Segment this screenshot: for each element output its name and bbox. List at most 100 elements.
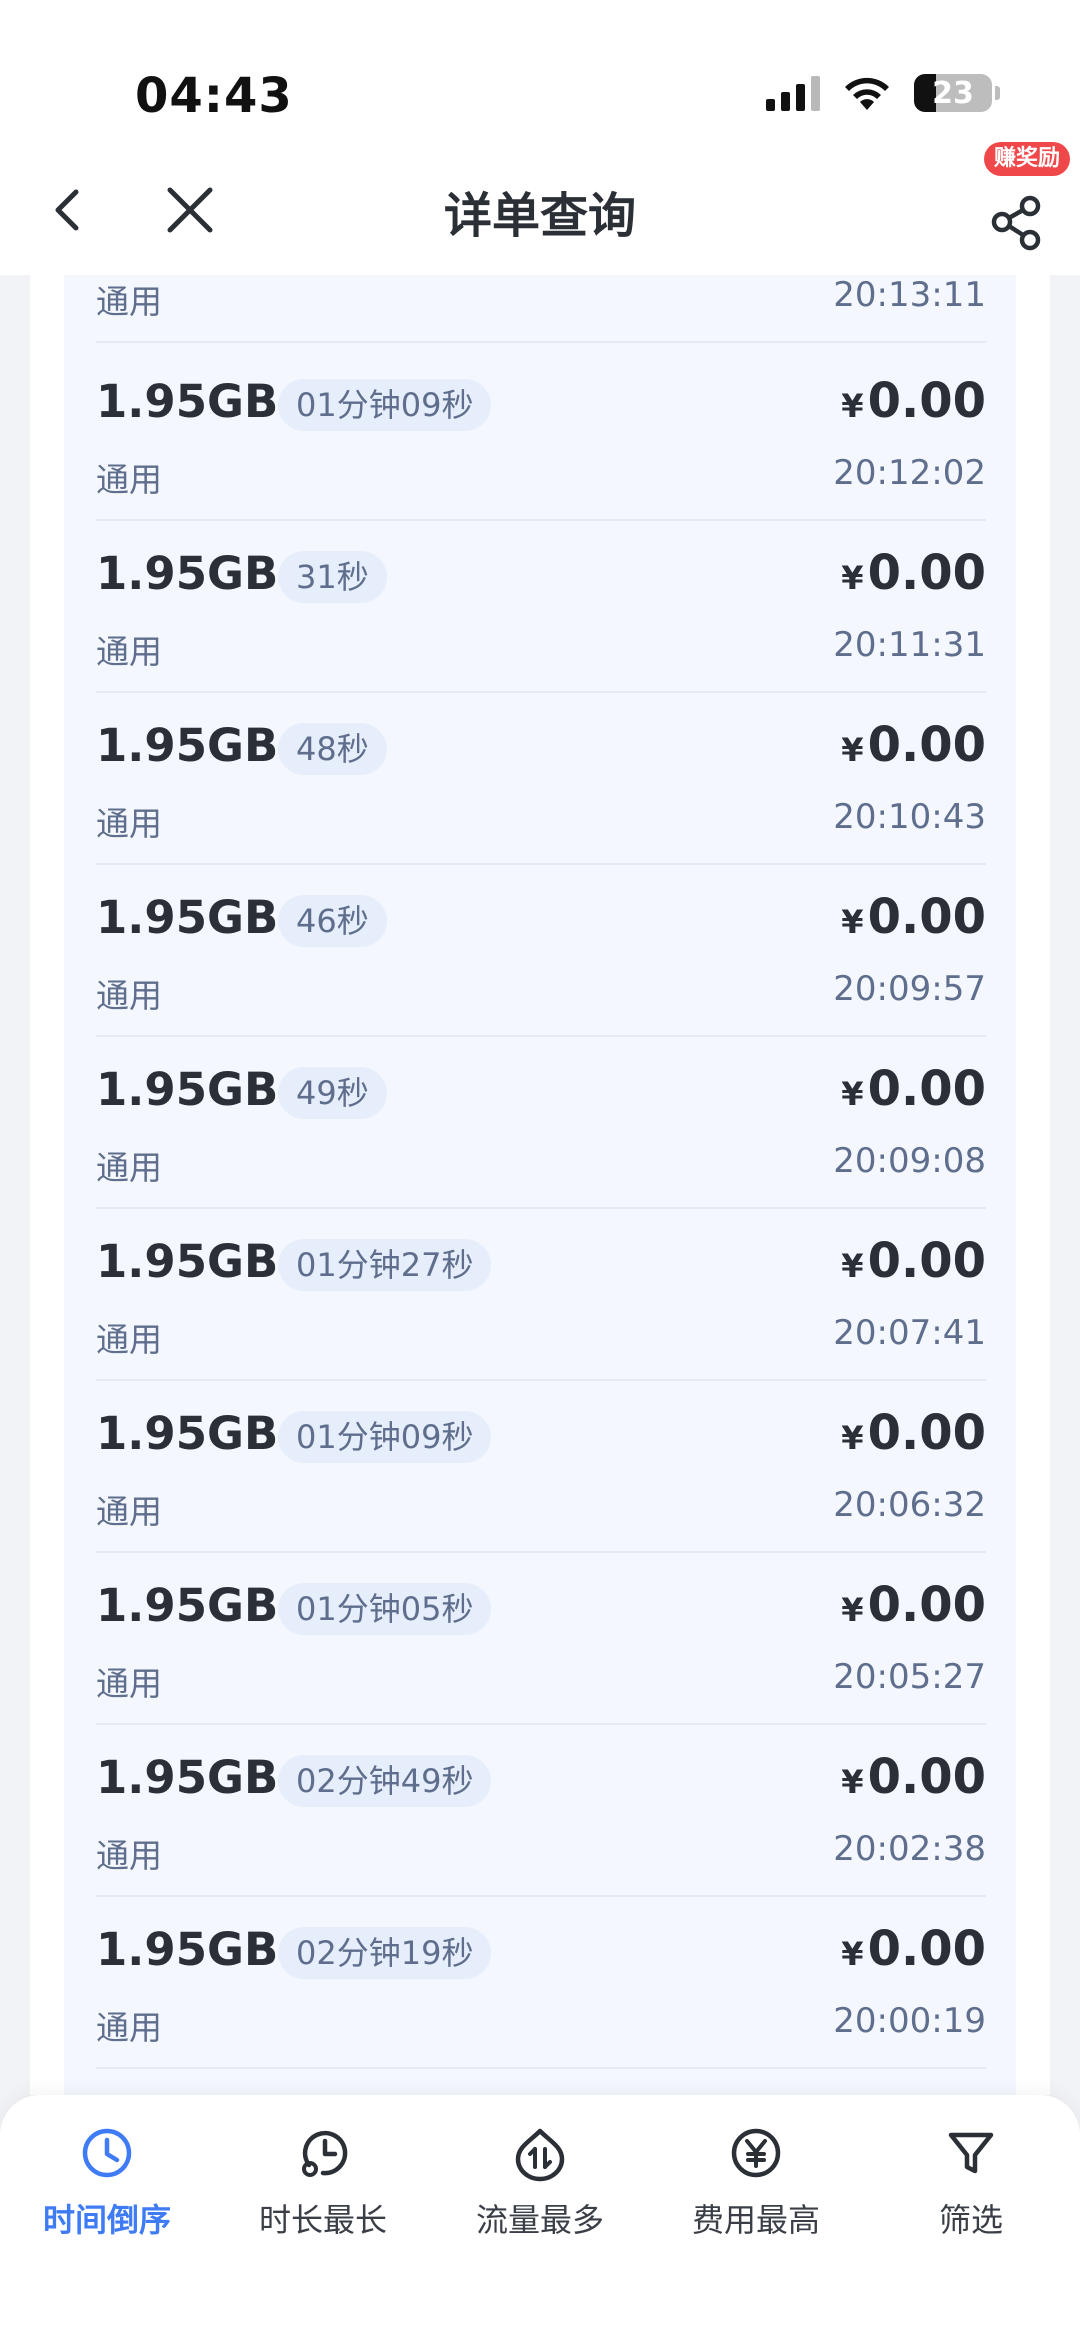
currency-symbol: ¥: [841, 559, 864, 597]
record-fee: ¥ 0.00: [841, 1405, 986, 1461]
record-type: 通用: [96, 804, 162, 843]
fee-value: 0.00: [867, 1577, 986, 1633]
list-item[interactable]: 1.95GB 48秒 通用 ¥ 0.00 20:10:43: [96, 693, 986, 865]
record-time: 20:13:11: [833, 275, 986, 315]
record-type: 通用: [96, 1664, 162, 1703]
record-amount: 1.95GB: [96, 719, 279, 772]
currency-symbol: ¥: [841, 1247, 864, 1285]
clock-icon: [82, 2128, 132, 2178]
reward-badge[interactable]: 赚奖励: [983, 142, 1070, 176]
record-type: 通用: [96, 632, 162, 671]
list-item[interactable]: 1.95GB 01分钟05秒 通用 ¥ 0.00 20:05:27: [96, 1553, 986, 1725]
battery-icon: 23: [914, 74, 1000, 112]
wifi-icon: [845, 77, 889, 110]
list-item[interactable]: 1.95GB 01分钟09秒 通用 ¥ 0.00 20:12:02: [96, 349, 986, 521]
close-button[interactable]: [150, 170, 230, 250]
list-item[interactable]: 1.95GB 02分钟19秒 通用 ¥ 0.00 20:00:19: [96, 1897, 986, 2069]
record-fee: ¥ 0.00: [841, 889, 986, 945]
fee-value: 0.00: [867, 1061, 986, 1117]
tab-time-desc[interactable]: 时间倒序: [7, 2123, 207, 2253]
filter-icon: [948, 2132, 994, 2174]
record-time: 20:05:27: [833, 1657, 986, 1697]
currency-symbol: ¥: [841, 1935, 864, 1973]
fee-value: 0.00: [867, 717, 986, 773]
tab-traffic-most[interactable]: 流量最多: [440, 2123, 640, 2253]
record-time: 20:02:38: [833, 1829, 986, 1869]
record-duration: 01分钟09秒: [278, 379, 492, 431]
record-amount: 1.95GB: [96, 891, 279, 944]
list-item[interactable]: 1.95GB 46秒 通用 ¥ 0.00 20:09:57: [96, 865, 986, 1037]
record-duration: 01分钟27秒: [278, 1239, 492, 1291]
list-item[interactable]: 1.95GB 31秒 通用 ¥ 0.00 20:11:31: [96, 521, 986, 693]
record-fee: ¥ 0.00: [841, 1749, 986, 1805]
record-time: 20:07:41: [833, 1313, 986, 1353]
tab-label: 筛选: [938, 2201, 1003, 2239]
record-fee: ¥ 0.00: [841, 545, 986, 601]
record-duration: 01分钟09秒: [278, 1411, 492, 1463]
tab-filter[interactable]: 筛选: [871, 2123, 1071, 2253]
fee-value: 0.00: [867, 373, 986, 429]
currency-symbol: ¥: [841, 731, 864, 769]
list-item[interactable]: 1.95GB 49秒 通用 ¥ 0.00 20:09:08: [96, 1037, 986, 1209]
tab-label: 流量最多: [475, 2201, 604, 2239]
traffic-icon: [515, 2128, 565, 2182]
tab-duration-longest[interactable]: 时长最长: [223, 2123, 423, 2253]
record-amount: 1.95GB: [96, 1579, 279, 1632]
record-type: 通用: [96, 1320, 162, 1359]
list-item[interactable]: 1.95GB 01分钟27秒 通用 ¥ 0.00 20:07:41: [96, 1209, 986, 1381]
record-amount: 1.95GB: [96, 1751, 279, 1804]
record-type: 通用: [96, 1492, 162, 1531]
duration-icon: [302, 2130, 348, 2177]
record-fee: ¥ 0.00: [841, 1061, 986, 1117]
record-time: 20:09:57: [833, 969, 986, 1009]
record-type: 通用: [96, 2008, 162, 2047]
record-type: 通用: [96, 1148, 162, 1187]
currency-symbol: ¥: [841, 1591, 864, 1629]
record-duration: 46秒: [278, 895, 387, 947]
record-amount: 1.95GB: [96, 1063, 279, 1116]
share-icon: [991, 195, 1041, 251]
record-amount: 1.95GB: [96, 1923, 279, 1976]
record-time: 20:10:43: [833, 797, 986, 837]
record-time: 20:12:02: [833, 453, 986, 493]
close-icon: [167, 187, 213, 233]
currency-symbol: ¥: [841, 387, 864, 425]
record-time: 20:00:19: [833, 2001, 986, 2041]
detail-list-container: 通用 20:13:11 1.95GB 01分钟09秒 通用 ¥ 0.00 20:…: [30, 275, 1050, 2095]
record-type: 通用: [96, 976, 162, 1015]
record-type: 通用: [96, 1836, 162, 1875]
fee-value: 0.00: [867, 1233, 986, 1289]
tab-label: 费用最高: [691, 2201, 820, 2239]
record-fee: ¥ 0.00: [841, 373, 986, 429]
sort-tab-bar: 时间倒序 时长最长 流量最多 费用最高 筛选: [0, 2095, 1080, 2345]
back-button[interactable]: [30, 170, 110, 250]
status-time: 04:43: [135, 68, 293, 124]
currency-symbol: ¥: [841, 1075, 864, 1113]
record-type: 通用: [96, 460, 162, 499]
share-button[interactable]: [972, 172, 1058, 258]
record-duration: 49秒: [278, 1067, 387, 1119]
record-fee: ¥ 0.00: [841, 1233, 986, 1289]
chevron-left-icon: [55, 189, 79, 231]
record-duration: 31秒: [278, 551, 387, 603]
list-item-partial[interactable]: 通用 20:13:11: [96, 275, 986, 343]
record-fee: ¥ 0.00: [841, 717, 986, 773]
record-fee: ¥ 0.00: [841, 1921, 986, 1977]
record-fee: ¥ 0.00: [841, 1577, 986, 1633]
record-amount: 1.95GB: [96, 547, 279, 600]
status-icons: 23: [766, 74, 1000, 112]
list-item[interactable]: 1.95GB 01分钟09秒 通用 ¥ 0.00 20:06:32: [96, 1381, 986, 1553]
tab-label: 时间倒序: [42, 2201, 171, 2239]
status-bar: 04:43 23: [0, 0, 1080, 150]
list-item[interactable]: 1.95GB 02分钟49秒 通用 ¥ 0.00 20:02:38: [96, 1725, 986, 1897]
tab-label: 时长最长: [258, 2201, 387, 2239]
record-time: 20:09:08: [833, 1141, 986, 1181]
detail-list[interactable]: 通用 20:13:11 1.95GB 01分钟09秒 通用 ¥ 0.00 20:…: [64, 275, 1016, 2095]
record-duration: 02分钟19秒: [278, 1927, 492, 1979]
currency-symbol: ¥: [841, 1419, 864, 1457]
record-duration: 01分钟05秒: [278, 1583, 492, 1635]
record-time: 20:11:31: [833, 625, 986, 665]
yuan-icon: [731, 2128, 781, 2178]
record-time: 20:06:32: [833, 1485, 986, 1525]
tab-fee-highest[interactable]: 费用最高: [656, 2123, 856, 2253]
